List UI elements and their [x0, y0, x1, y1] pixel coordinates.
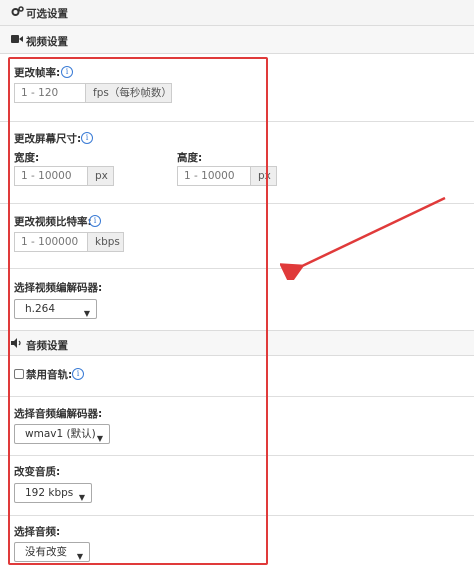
annotation-arrow	[280, 196, 446, 280]
annotation-highlight-box	[8, 57, 268, 565]
optional-settings-header: 可选设置	[0, 0, 474, 26]
video-settings-header: 视频设置	[0, 26, 474, 54]
video-camera-icon	[11, 34, 23, 47]
optional-settings-title: 可选设置	[26, 8, 68, 20]
video-settings-title: 视频设置	[26, 36, 68, 48]
gears-icon	[11, 6, 24, 20]
